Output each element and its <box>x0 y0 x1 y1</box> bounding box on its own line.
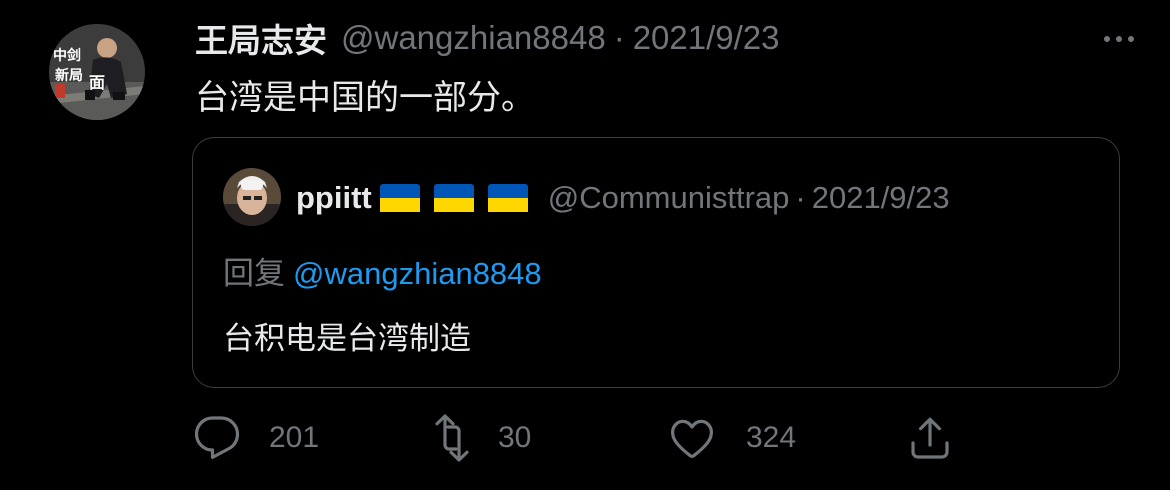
tweet-header: 王局志安 @wangzhian8848 · 2021/9/23 <box>195 14 780 62</box>
quoted-author-avatar[interactable] <box>223 168 281 226</box>
quoted-tweet-header: ppiitt @Communisttrap · 2021/9/23 <box>296 176 950 220</box>
author-handle[interactable]: @wangzhian8848 <box>341 19 606 57</box>
author-avatar[interactable]: 中剑 新局 面 <box>49 24 145 120</box>
reply-label: 回复 <box>223 256 285 291</box>
retweet-count: 30 <box>498 421 532 454</box>
quoted-tweet-text: 台积电是台湾制造 <box>223 321 471 356</box>
ukraine-flag-icon <box>433 184 474 212</box>
quoted-author-handle[interactable]: @Communisttrap <box>548 180 790 216</box>
ukraine-flag-icon <box>487 184 528 212</box>
reply-icon <box>194 416 240 459</box>
author-avatar-image: 中剑 新局 面 <box>49 24 145 120</box>
like-button[interactable]: 324 <box>668 414 796 462</box>
tweet-action-bar: 201 30 324 <box>193 414 993 462</box>
header-separator: · <box>613 19 625 56</box>
retweet-icon <box>435 414 469 462</box>
quoted-tweet[interactable]: ppiitt @Communisttrap · 2021/9/23 回复 @wan… <box>192 137 1120 388</box>
quoted-author-name[interactable]: ppiitt <box>296 180 372 216</box>
reply-button[interactable]: 201 <box>193 414 319 462</box>
share-button[interactable] <box>906 414 954 462</box>
like-count: 324 <box>746 421 797 454</box>
share-icon <box>911 417 949 459</box>
quoted-header-separator: · <box>795 180 806 215</box>
retweet-button[interactable]: 30 <box>428 414 531 462</box>
reply-count: 201 <box>269 421 320 454</box>
tweet-date[interactable]: 2021/9/23 <box>633 19 780 57</box>
tweet-text: 台湾是中国的一部分。 <box>195 79 535 117</box>
replying-to: 回复 @wangzhian8848 <box>223 248 542 293</box>
ukraine-flag-icon <box>379 184 420 212</box>
reply-mention-link[interactable]: @wangzhian8848 <box>293 256 542 291</box>
heart-icon <box>671 419 713 458</box>
svg-text:面: 面 <box>89 73 105 92</box>
avatar-logo-text: 中剑 <box>53 47 81 64</box>
svg-text:新局: 新局 <box>55 67 83 84</box>
author-name[interactable]: 王局志安 <box>195 14 327 62</box>
quoted-avatar-image <box>223 168 281 226</box>
more-options-button[interactable] <box>1100 26 1138 52</box>
quoted-tweet-date: 2021/9/23 <box>811 180 950 215</box>
more-icon <box>1104 36 1134 42</box>
